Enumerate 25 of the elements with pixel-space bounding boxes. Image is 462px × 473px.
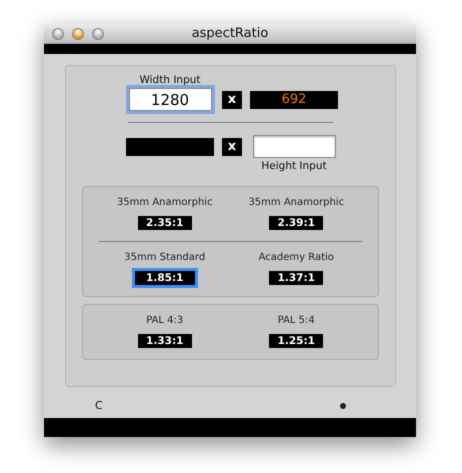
window-title: aspectRatio <box>190 26 270 41</box>
height-input-field[interactable] <box>252 135 336 158</box>
ratio-button[interactable]: 1.33:1 <box>138 334 192 348</box>
width-input-field[interactable]: 1280 <box>128 88 212 111</box>
multiply-button[interactable]: x <box>222 90 242 108</box>
preset-label: Academy Ratio <box>258 252 334 263</box>
preset-label: 35mm Anamorphic <box>248 197 344 208</box>
ratio-button[interactable]: 2.39:1 <box>269 216 324 230</box>
ratio-button[interactable]: 1.85:1 <box>132 268 198 288</box>
zoom-button[interactable] <box>92 28 104 40</box>
preset-label: PAL 5:4 <box>278 315 315 326</box>
field-label: Height Input <box>261 159 327 174</box>
minimize-button[interactable] <box>72 28 84 40</box>
preset-label: 35mm Standard <box>124 252 206 263</box>
ratio-button[interactable]: 1.25:1 <box>269 334 324 348</box>
field-label: Width Input <box>139 73 201 88</box>
footer-text: C <box>95 399 103 412</box>
close-button[interactable] <box>52 28 64 40</box>
preset-label: PAL 4:3 <box>146 315 184 326</box>
ratio-button[interactable]: 1.37:1 <box>269 271 324 285</box>
dot-icon <box>340 402 346 408</box>
result-display: 692 <box>250 90 338 108</box>
multiply-button[interactable]: x <box>222 138 242 156</box>
ratio-button[interactable]: 2.35:1 <box>138 216 192 230</box>
preset-label: 35mm Anamorphic <box>116 197 213 208</box>
